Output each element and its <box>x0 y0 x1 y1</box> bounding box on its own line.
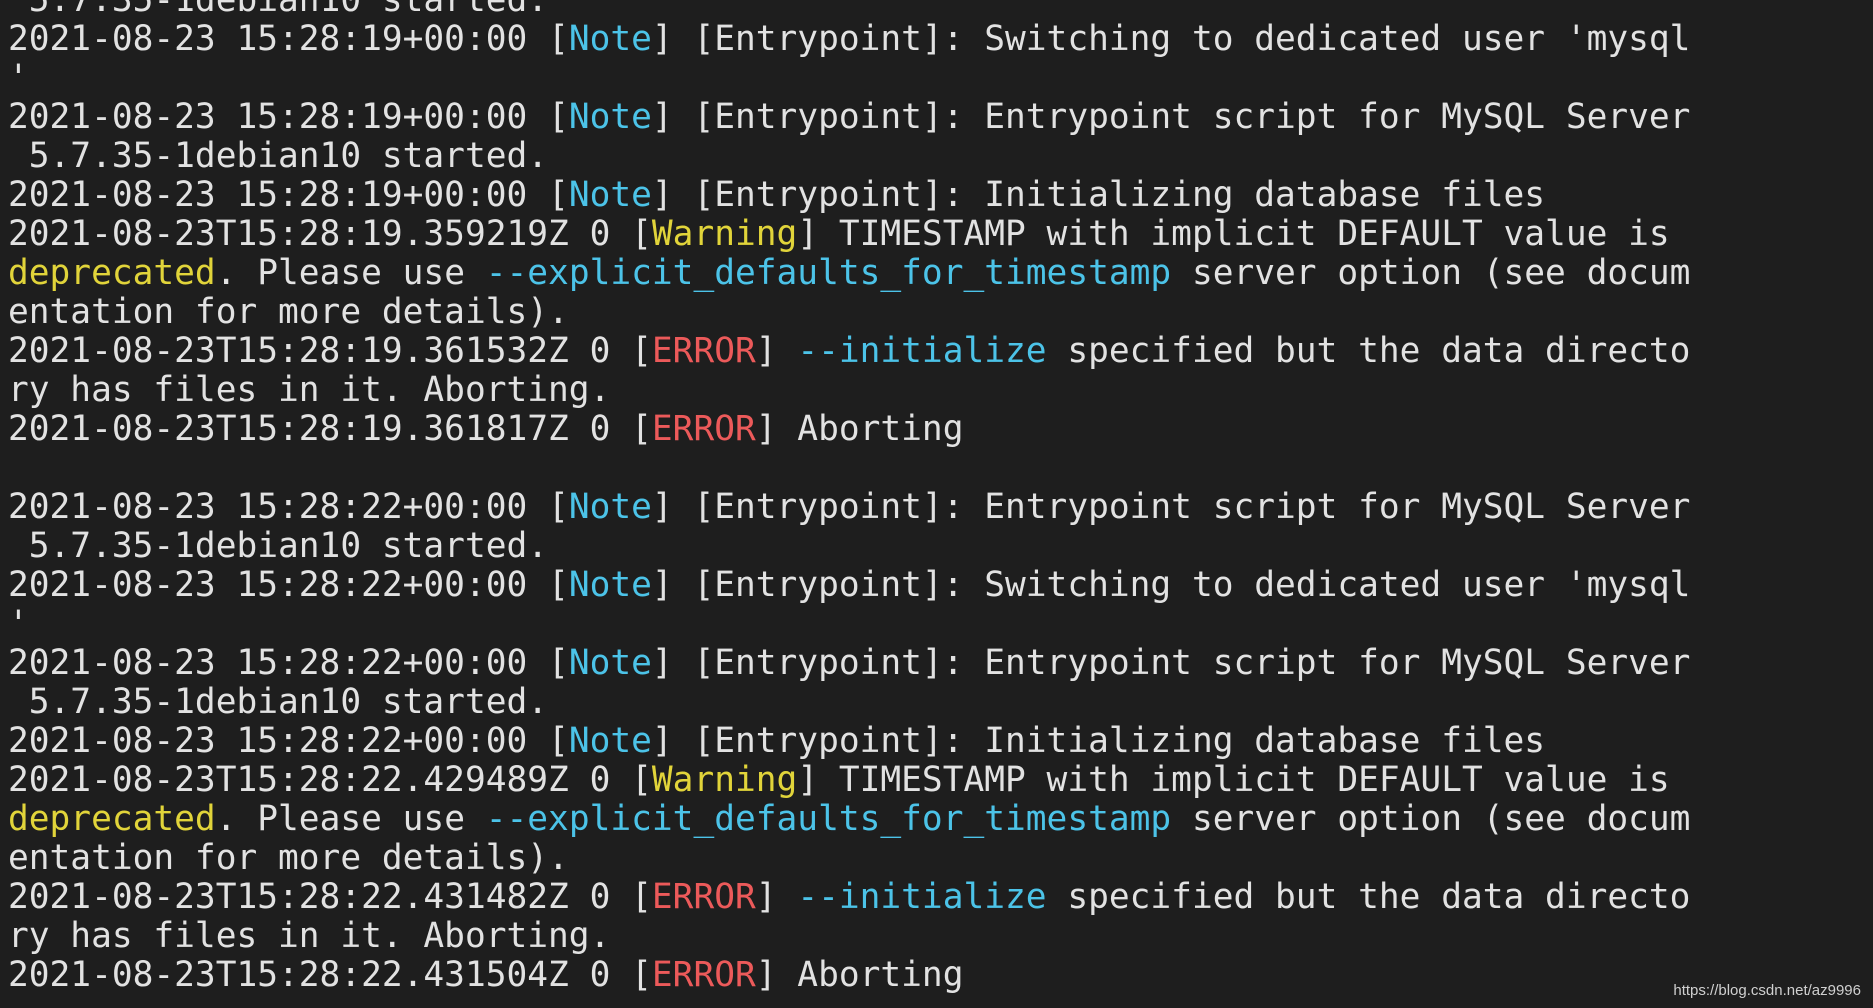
log-text: ] [Entrypoint]: Initializing database fi… <box>651 175 1546 215</box>
terminal-line: ry has files in it. Aborting. <box>8 371 1690 410</box>
log-level-note: Note <box>568 175 652 215</box>
log-text: 2021-08-23T15:28:19.361817Z 0 [ <box>8 409 652 449</box>
log-text: 2021-08-23 15:28:22+00:00 [ <box>8 487 569 527</box>
terminal-line: 5.7.35-1debian10 started. <box>8 683 1690 722</box>
terminal-line: 2021-08-23T15:28:19.361532Z 0 [ERROR] --… <box>8 332 1690 371</box>
terminal-line: 2021-08-23T15:28:19.361817Z 0 [ERROR] Ab… <box>8 410 1690 449</box>
watermark-text: https://blog.csdn.net/az9996 <box>1673 982 1861 999</box>
terminal-line: 2021-08-23 15:28:19+00:00 [Note] [Entryp… <box>8 98 1690 137</box>
terminal-line: 2021-08-23T15:28:19.359219Z 0 [Warning] … <box>8 215 1690 254</box>
terminal-line: ' <box>8 605 1690 644</box>
log-text: ] [Entrypoint]: Switching to dedicated u… <box>651 565 1691 605</box>
log-text: ry has files in it. Aborting. <box>8 916 611 956</box>
terminal-line: 2021-08-23T15:28:22.431504Z 0 [ERROR] Ab… <box>8 956 1690 995</box>
log-text: 2021-08-23 15:28:22+00:00 [ <box>8 721 569 761</box>
log-level-error: ERROR <box>651 331 756 371</box>
log-text: server option (see docum <box>1171 799 1691 839</box>
log-text: 5.7.35-1debian10 started. <box>8 0 549 20</box>
log-level-note: Note <box>568 721 652 761</box>
log-text: ] <box>755 877 798 917</box>
log-text: 2021-08-23T15:28:19.361532Z 0 [ <box>8 331 652 371</box>
log-level-warning: Warning <box>651 214 798 254</box>
log-text: 2021-08-23T15:28:22.431504Z 0 [ <box>8 955 652 995</box>
log-text: 2021-08-23 15:28:19+00:00 [ <box>8 175 569 215</box>
log-text: ] Aborting <box>755 409 964 449</box>
log-level-warning: Warning <box>651 760 798 800</box>
log-level-note: Note <box>568 643 652 683</box>
log-text: ' <box>8 58 29 98</box>
terminal-line: entation for more details). <box>8 839 1690 878</box>
log-level-note: Note <box>568 565 652 605</box>
log-text: specified but the data directo <box>1046 877 1691 917</box>
log-text: . Please use <box>215 253 486 293</box>
terminal-line: 5.7.35-1debian10 started. <box>8 527 1690 566</box>
log-level-warning: deprecated <box>8 253 216 293</box>
log-level-error: ERROR <box>651 877 756 917</box>
log-level-note: Note <box>568 487 652 527</box>
log-text: 2021-08-23 15:28:19+00:00 [ <box>8 97 569 137</box>
log-level-note: Note <box>568 97 652 137</box>
terminal-line: 5.7.35-1debian10 started. <box>8 137 1690 176</box>
log-text: ] <box>755 331 798 371</box>
log-text: entation for more details). <box>8 292 569 332</box>
log-text: ry has files in it. Aborting. <box>8 370 611 410</box>
log-text: entation for more details). <box>8 838 569 878</box>
terminal-line: 2021-08-23 15:28:22+00:00 [Note] [Entryp… <box>8 722 1690 761</box>
log-level-error: ERROR <box>651 955 756 995</box>
log-text: 2021-08-23 15:28:22+00:00 [ <box>8 565 569 605</box>
log-text: specified but the data directo <box>1046 331 1691 371</box>
log-text: 5.7.35-1debian10 started. <box>8 136 549 176</box>
log-text: server option (see docum <box>1171 253 1691 293</box>
terminal-line: 2021-08-23 15:28:19+00:00 [Note] [Entryp… <box>8 20 1690 59</box>
log-text: 5.7.35-1debian10 started. <box>8 526 549 566</box>
terminal-line: 2021-08-23 15:28:22+00:00 [Note] [Entryp… <box>8 566 1690 605</box>
log-text: 5.7.35-1debian10 started. <box>8 682 549 722</box>
terminal-window[interactable]: 5.7.35-1debian10 started. 2021-08-23 15:2… <box>0 0 1873 1008</box>
option-flag: --explicit_defaults_for_timestamp <box>485 799 1172 839</box>
log-level-note: Note <box>568 19 652 59</box>
log-text: 2021-08-23T15:28:22.431482Z 0 [ <box>8 877 652 917</box>
terminal-line: 2021-08-23 15:28:22+00:00 [Note] [Entryp… <box>8 488 1690 527</box>
log-text: 2021-08-23T15:28:22.429489Z 0 [ <box>8 760 652 800</box>
terminal-line: ' <box>8 59 1690 98</box>
log-text: 2021-08-23T15:28:19.359219Z 0 [ <box>8 214 652 254</box>
terminal-line: 2021-08-23T15:28:22.429489Z 0 [Warning] … <box>8 761 1690 800</box>
terminal-line: deprecated. Please use --explicit_defaul… <box>8 800 1690 839</box>
log-text: ] [Entrypoint]: Entrypoint script for My… <box>651 487 1691 527</box>
terminal-line: 2021-08-23 15:28:22+00:00 [Note] [Entryp… <box>8 644 1690 683</box>
log-text: ] Aborting <box>755 955 964 995</box>
log-text: ] TIMESTAMP with implicit DEFAULT value … <box>797 760 1670 800</box>
log-text: ] TIMESTAMP with implicit DEFAULT value … <box>797 214 1670 254</box>
terminal-line: 2021-08-23T15:28:22.431482Z 0 [ERROR] --… <box>8 878 1690 917</box>
log-text: ] [Entrypoint]: Switching to dedicated u… <box>651 19 1691 59</box>
log-text: ] [Entrypoint]: Initializing database fi… <box>651 721 1546 761</box>
terminal-line: entation for more details). <box>8 293 1690 332</box>
option-flag: --initialize <box>797 331 1047 371</box>
terminal-output: 5.7.35-1debian10 started. 2021-08-23 15:2… <box>8 0 1690 995</box>
log-text: 2021-08-23 15:28:19+00:00 [ <box>8 19 569 59</box>
terminal-line: 5.7.35-1debian10 started. <box>8 0 1690 20</box>
option-flag: --initialize <box>797 877 1047 917</box>
option-flag: --explicit_defaults_for_timestamp <box>485 253 1172 293</box>
log-level-warning: deprecated <box>8 799 216 839</box>
log-text: ' <box>8 604 29 644</box>
log-text: ] [Entrypoint]: Entrypoint script for My… <box>651 97 1691 137</box>
log-text: . Please use <box>215 799 486 839</box>
terminal-line: 2021-08-23 15:28:19+00:00 [Note] [Entryp… <box>8 176 1690 215</box>
log-level-error: ERROR <box>651 409 756 449</box>
terminal-line: ry has files in it. Aborting. <box>8 917 1690 956</box>
log-text: 2021-08-23 15:28:22+00:00 [ <box>8 643 569 683</box>
log-text: ] [Entrypoint]: Entrypoint script for My… <box>651 643 1691 683</box>
terminal-line: deprecated. Please use --explicit_defaul… <box>8 254 1690 293</box>
